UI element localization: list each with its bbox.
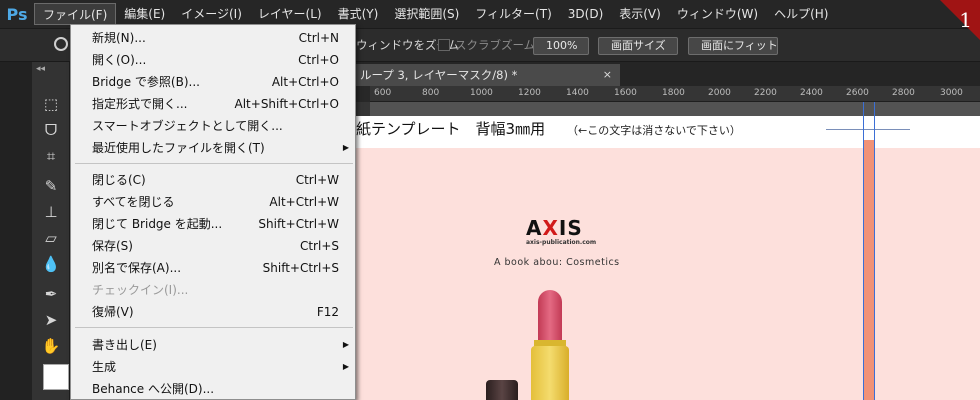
menu-separator	[75, 327, 353, 328]
menu-item-close-all[interactable]: すべてを閉じる Alt+Ctrl+W	[71, 191, 355, 213]
zoom-icon[interactable]	[54, 37, 68, 51]
fit-screen-size-button[interactable]: 画面サイズ	[598, 37, 678, 55]
axis-logo: AXIS	[526, 216, 583, 240]
eraser-tool-icon[interactable]: ▱	[41, 228, 61, 248]
menu-item-new[interactable]: 新規(N)... Ctrl+N	[71, 27, 355, 49]
document-tab-title: ループ 3, レイヤーマスク/8) *	[360, 68, 518, 82]
menu-item-close[interactable]: 閉じる(C) Ctrl+W	[71, 169, 355, 191]
fit-screen-button[interactable]: 画面にフィット	[688, 37, 778, 55]
ruler-label: 1000	[470, 88, 493, 98]
ruler-label: 1400	[566, 88, 589, 98]
menu-item-share-behance[interactable]: Behance へ公開(D)...	[71, 378, 355, 400]
menu-layer[interactable]: レイヤー(L)	[250, 3, 330, 25]
axis-logo-text: AXIS	[526, 216, 583, 240]
menu-edit[interactable]: 編集(E)	[116, 3, 173, 25]
lasso-tool-icon[interactable]: ᗜ	[41, 120, 61, 140]
dark-lipstick-cap	[486, 380, 518, 400]
document-cover-area	[356, 148, 980, 400]
zoom-100-button[interactable]: 100%	[533, 37, 589, 55]
file-menu-dropdown: 新規(N)... Ctrl+N 開く(O)... Ctrl+O Bridge で参照…	[70, 24, 356, 400]
crop-tool-icon[interactable]: ⌗	[41, 146, 61, 166]
menu-item-export[interactable]: 書き出し(E) ▶	[71, 334, 355, 356]
ruler-label: 2800	[892, 88, 915, 98]
tools-panel: ⬚ ᗜ ⌗ ✎ ⊥ ▱ 💧 ✒ ➤ ✋	[32, 62, 70, 400]
menu-item-revert[interactable]: 復帰(V) F12	[71, 301, 355, 323]
menu-item-open[interactable]: 開く(O)... Ctrl+O	[71, 49, 355, 71]
menu-help[interactable]: ヘルプ(H)	[766, 3, 836, 25]
menu-item-browse-bridge[interactable]: Bridge で参照(B)... Alt+Ctrl+O	[71, 71, 355, 93]
vertical-guide-line	[863, 102, 864, 400]
ruler-label: 600	[374, 88, 392, 98]
ruler-label: 2200	[754, 88, 777, 98]
menu-item-close-go-bridge[interactable]: 閉じて Bridge を起動... Shift+Ctrl+W	[71, 213, 355, 235]
menu-item-save-as[interactable]: 別名で保存(A)... Shift+Ctrl+S	[71, 257, 355, 279]
path-selection-icon[interactable]: ➤	[41, 310, 61, 330]
menu-view[interactable]: 表示(V)	[611, 3, 669, 25]
hand-tool-icon[interactable]: ✋	[41, 336, 61, 356]
vertical-guide-line	[874, 102, 875, 400]
submenu-arrow-icon: ▶	[342, 340, 349, 349]
blur-tool-icon[interactable]: 💧	[41, 254, 61, 274]
lipstick-tip	[538, 290, 562, 342]
collapse-panel-icon[interactable]: ◂◂	[36, 64, 45, 74]
menu-image[interactable]: イメージ(I)	[173, 3, 250, 25]
menu-type[interactable]: 書式(Y)	[330, 3, 387, 25]
axis-url: axis-publication.com	[526, 239, 597, 246]
scrubby-zoom-label: スクラブズーム	[455, 38, 536, 52]
ruler-label: 3000	[940, 88, 963, 98]
foreground-color-swatch[interactable]	[43, 364, 69, 390]
submenu-arrow-icon: ▶	[342, 143, 349, 152]
ruler-label: 1600	[614, 88, 637, 98]
menu-item-open-as[interactable]: 指定形式で開く... Alt+Shift+Ctrl+O	[71, 93, 355, 115]
menu-3d[interactable]: 3D(D)	[560, 3, 611, 25]
document-tab[interactable]: ループ 3, レイヤーマスク/8) * ×	[356, 64, 620, 86]
spine-strip	[864, 140, 874, 400]
submenu-arrow-icon: ▶	[342, 362, 349, 371]
clone-stamp-icon[interactable]: ⊥	[41, 202, 61, 222]
menu-filter[interactable]: フィルター(T)	[467, 3, 559, 25]
template-note: （←この文字は消さないで下さい）	[567, 124, 741, 137]
pen-tool-icon[interactable]: ✒	[41, 284, 61, 304]
healing-brush-icon[interactable]: ✎	[41, 176, 61, 196]
photoshop-logo: Ps	[6, 4, 28, 24]
ruler-label: 800	[422, 88, 440, 98]
lipstick-tube	[531, 346, 569, 400]
document-canvas[interactable]: 紙テンプレート 背幅3㎜用 （←この文字は消さないで下さい） AXIS axis…	[356, 102, 980, 400]
menu-window[interactable]: ウィンドウ(W)	[669, 3, 766, 25]
menu-file[interactable]: ファイル(F)	[34, 3, 117, 25]
horizontal-guide-line	[826, 129, 910, 130]
horizontal-ruler: 600 800 1000 1200 1400 1600 1800 2000 22…	[370, 86, 980, 102]
menu-select[interactable]: 選択範囲(S)	[386, 3, 467, 25]
ruler-label: 1800	[662, 88, 685, 98]
ruler-label: 2400	[800, 88, 823, 98]
marquee-tool-icon[interactable]: ⬚	[41, 94, 61, 114]
ruler-label: 1200	[518, 88, 541, 98]
close-tab-icon[interactable]: ×	[603, 64, 612, 86]
corner-badge	[940, 0, 980, 40]
badge-number: 1	[959, 8, 972, 32]
menu-item-generate[interactable]: 生成 ▶	[71, 356, 355, 378]
left-panel-strip	[0, 62, 32, 400]
menu-separator	[75, 163, 353, 164]
menu-item-open-recent[interactable]: 最近使用したファイルを開く(T) ▶	[71, 137, 355, 159]
template-title: 紙テンプレート 背幅3㎜用	[356, 120, 546, 138]
ruler-label: 2000	[708, 88, 731, 98]
ruler-label: 2600	[846, 88, 869, 98]
menu-item-open-smart-object[interactable]: スマートオブジェクトとして開く...	[71, 115, 355, 137]
menu-item-save[interactable]: 保存(S) Ctrl+S	[71, 235, 355, 257]
menu-item-check-in: チェックイン(I)...	[92, 283, 189, 297]
scrubby-zoom-checkbox[interactable]	[438, 39, 450, 51]
cover-tagline: A book abou: Cosmetics	[494, 257, 620, 268]
